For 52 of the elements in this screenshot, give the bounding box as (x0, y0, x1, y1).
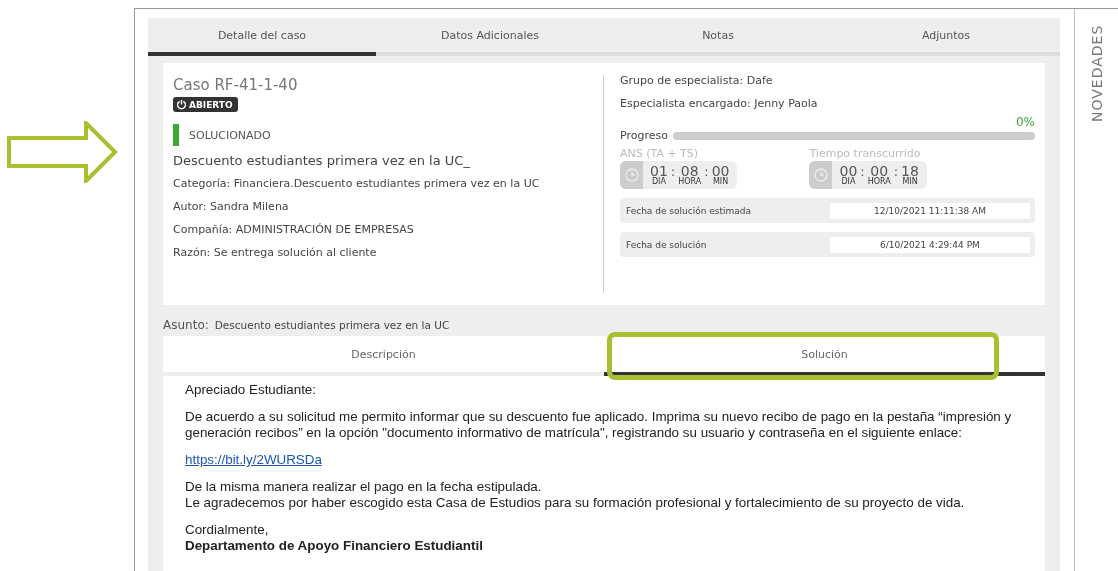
case-title: Caso RF-41-1-40 (173, 75, 299, 95)
date-value: 6/10/2021 4:29:44 PM (830, 236, 1030, 253)
clock-icon (813, 168, 828, 182)
timer-value: 18 (901, 164, 919, 178)
subject-label: Asunto: (163, 318, 209, 332)
timer-value: 00 (870, 164, 889, 178)
message-line: Le agradecemos por haber escogido esta Casa de Estudios para su formación profesional y fortalecimiento de su proyecto de vida. (185, 495, 966, 511)
timer-separator: : (893, 163, 899, 179)
timer-unit: MIN (902, 178, 918, 186)
subject-value: Descuento estudiantes primera vez en la UC (214, 319, 450, 331)
status-badge: ABIERTO (173, 97, 238, 112)
timer-value: 01 (650, 164, 668, 178)
case-field: Categoría: Financiera.Descuento estudiantes primera vez en la UC (173, 176, 603, 191)
message-closing: Cordialmente, (185, 522, 270, 538)
right-arrow-icon (6, 121, 118, 183)
timer-unit: HORA (867, 178, 891, 186)
content-tab[interactable]: Descripción (163, 336, 604, 376)
tab[interactable]: Notas (604, 18, 832, 56)
date-label: Fecha de solución (626, 239, 707, 250)
timer-separator: : (670, 163, 676, 179)
timer-title: ANS (TA + TS) (620, 147, 700, 161)
date-value: 12/10/2021 11:11:38 AM (830, 202, 1030, 219)
detail-field: Grupo de especialista: Dafe (620, 73, 1035, 88)
date-label: Fecha de solución estimada (626, 205, 752, 216)
timer-separator: : (860, 163, 865, 179)
case-field: Razón: Se entrega solución al cliente (173, 245, 603, 260)
message-greeting: Apreciado Estudiante: (185, 382, 318, 398)
progress-reading: 0% (1014, 116, 1035, 129)
status-label: SOLUCIONADO (189, 128, 271, 142)
progress-label: Progreso (620, 129, 668, 142)
message-signature: Departamento de Apoyo Financiero Estudiantil (185, 538, 484, 554)
tab[interactable]: Datos Adicionales (376, 18, 604, 56)
timer-unit: DIA (651, 178, 666, 186)
timer-value: 00 (839, 164, 858, 178)
timer-unit: MIN (712, 178, 729, 186)
case-field: Autor: Sandra Milena (173, 199, 603, 214)
timer-value: 08 (680, 164, 699, 178)
timer-separator: : (704, 163, 709, 179)
clock-icon (624, 168, 639, 182)
timer-unit: DIA (841, 178, 856, 186)
timer-title: Tiempo transcurrido (809, 147, 922, 161)
timer-value: 00 (711, 164, 730, 178)
message-link[interactable]: https://bit.ly/2WURSDa (185, 452, 322, 467)
timer-unit: HORA (678, 178, 702, 186)
message-paragraph: De acuerdo a su solicitud me permito informar que su descuento fue aplicado. Imprima su nuevo recibo de pago en la pestaña “impresión y generación recibos” en la opción "documento informativo de matrícula", registrando su usuario y contraseña en el siguiente enlace: (185, 409, 1013, 441)
tab[interactable]: Detalle del caso (148, 18, 376, 56)
message-line: De la misma manera realizar el pago en la fecha estipulada. (185, 479, 543, 495)
case-subject: Descuento estudiantes primera vez en la UC_ (173, 153, 471, 168)
sidebar-label[interactable]: NOVEDADES (1088, 25, 1105, 129)
case-field: Compañía: ADMINISTRACIÓN DE EMPRESAS (173, 222, 603, 237)
detail-field: Especialista encargado: Jenny Paola (620, 96, 1035, 111)
tab[interactable]: Adjuntos (832, 18, 1060, 56)
